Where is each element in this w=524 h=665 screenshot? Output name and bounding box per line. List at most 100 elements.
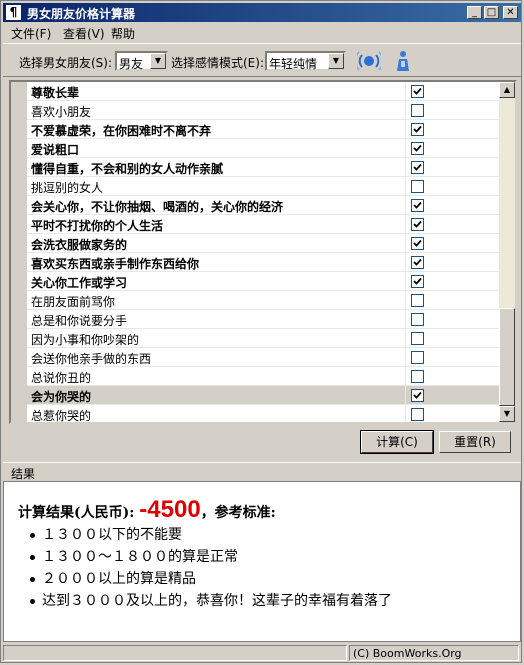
status-cell-copyright: (C) BoomWorks.Org <box>349 645 519 661</box>
list-item-label: 总说你丑的 <box>31 371 92 385</box>
result-header: 结果 <box>3 462 521 481</box>
column-divider <box>405 405 406 422</box>
checkbox[interactable] <box>411 123 424 136</box>
list-item-label: 会送你他亲手做的东西 <box>31 352 152 366</box>
partner-type-select[interactable]: 男友 ▼ <box>115 51 168 71</box>
check-icon <box>413 144 422 152</box>
list-item[interactable]: 挑逗别的女人 <box>27 177 501 196</box>
list-item[interactable]: 总惹你哭的 <box>27 405 501 422</box>
checkbox[interactable] <box>411 370 424 383</box>
checkbox[interactable] <box>411 237 424 250</box>
checkbox[interactable] <box>411 85 424 98</box>
figure-icon[interactable] <box>391 49 415 73</box>
menu-view[interactable]: 查看(V) <box>63 25 105 42</box>
partner-type-label: 选择男女朋友(S): <box>19 56 113 70</box>
list-gutter <box>11 82 27 422</box>
checkbox[interactable] <box>411 408 424 421</box>
list-item[interactable]: 喜欢小朋友 <box>27 101 501 120</box>
standards-list: １３００以下的不能要 １３００～１８００的算是正常 ２０００以上的算是精品 达到… <box>28 524 392 612</box>
scroll-down-icon[interactable]: ▼ <box>499 406 515 422</box>
signal-icon[interactable] <box>357 49 381 73</box>
minimize-button[interactable]: _ <box>467 6 482 19</box>
checkbox[interactable] <box>411 161 424 174</box>
check-icon <box>413 220 422 228</box>
check-icon <box>413 201 422 209</box>
list-item-label: 懂得自重，不会和别的女人动作亲腻 <box>31 162 224 176</box>
column-divider <box>405 196 406 215</box>
list-item[interactable]: 懂得自重，不会和别的女人动作亲腻 <box>27 158 501 177</box>
checkbox[interactable] <box>411 389 424 402</box>
list-item[interactable]: 尊敬长辈 <box>27 82 501 101</box>
column-divider <box>405 234 406 253</box>
list-item[interactable]: 因为小事和你吵架的 <box>27 329 501 348</box>
mode-select[interactable]: 年轻纯情 ▼ <box>265 51 346 71</box>
bullet-icon <box>30 533 35 538</box>
menu-help[interactable]: 帮助 <box>111 25 135 42</box>
column-divider <box>405 101 406 120</box>
list-item[interactable]: 平时不打扰你的个人生活 <box>27 215 501 234</box>
list-item: ２０００以上的算是精品 <box>28 568 392 590</box>
result-prefix: 计算结果(人民币): <box>18 505 135 521</box>
menu-file[interactable]: 文件(F) <box>11 25 51 42</box>
check-icon <box>413 258 422 266</box>
criteria-list[interactable]: 尊敬长辈 喜欢小朋友 不爱慕虚荣，在你困难时不离不弃 爱说粗口懂得自重，不会和别的女人… <box>9 80 517 424</box>
list-item[interactable]: 不爱慕虚荣，在你困难时不离不弃 <box>27 120 501 139</box>
copyright-text: (C) BoomWorks.Org <box>353 647 462 660</box>
column-divider <box>405 272 406 291</box>
list-item-label: 喜欢买东西或亲手制作东西给你 <box>31 257 200 271</box>
column-divider <box>405 310 406 329</box>
reset-button[interactable]: 重置(R) <box>439 431 511 453</box>
list-item[interactable]: 总说你丑的 <box>27 367 501 386</box>
list-item-label: 会洗衣服做家务的 <box>31 238 128 252</box>
column-divider <box>405 367 406 386</box>
column-divider <box>405 82 406 101</box>
checkbox[interactable] <box>411 275 424 288</box>
list-item-label: 在朋友面前骂你 <box>31 295 116 309</box>
checkbox[interactable] <box>411 180 424 193</box>
chevron-down-icon[interactable]: ▼ <box>328 53 344 69</box>
checkbox[interactable] <box>411 218 424 231</box>
list-item[interactable]: 关心你工作或学习 <box>27 272 501 291</box>
list-item[interactable]: 会关心你，不让你抽烟、喝酒的，关心你的经济 <box>27 196 501 215</box>
app-icon[interactable]: ¶ <box>6 5 21 20</box>
scroll-up-icon[interactable]: ▲ <box>499 82 515 98</box>
list-item[interactable]: 爱说粗口 <box>27 139 501 158</box>
result-panel: 计算结果(人民币): -4500，参考标准: １３００以下的不能要 １３００～１… <box>3 481 521 642</box>
list-item-label: 挑逗别的女人 <box>31 181 104 195</box>
checkbox[interactable] <box>411 199 424 212</box>
vertical-scrollbar[interactable]: ▲ ▼ <box>499 82 515 422</box>
list-item-label: 会为你哭的 <box>31 390 92 404</box>
mode-label: 选择感情模式(E): <box>171 56 264 70</box>
checkbox[interactable] <box>411 351 424 364</box>
checkbox[interactable] <box>411 104 424 117</box>
checkbox[interactable] <box>411 313 424 326</box>
scroll-thumb[interactable] <box>499 308 515 406</box>
list-item[interactable]: 会洗衣服做家务的 <box>27 234 501 253</box>
list-item-label: 总是和你说要分手 <box>31 314 128 328</box>
check-icon <box>413 87 422 95</box>
list-item: 达到３０００及以上的，恭喜你！这辈子的幸福有着落了 <box>28 590 392 612</box>
check-icon <box>413 239 422 247</box>
checkbox[interactable] <box>411 256 424 269</box>
list-item[interactable]: 总是和你说要分手 <box>27 310 501 329</box>
close-button[interactable]: ✕ <box>503 6 518 19</box>
checkbox[interactable] <box>411 294 424 307</box>
list-item[interactable]: 会为你哭的 <box>27 386 501 405</box>
list-item[interactable]: 在朋友面前骂你 <box>27 291 501 310</box>
bullet-icon <box>30 577 35 582</box>
chevron-down-icon[interactable]: ▼ <box>150 53 166 69</box>
bullet-icon <box>30 555 35 560</box>
list-item[interactable]: 喜欢买东西或亲手制作东西给你 <box>27 253 501 272</box>
status-cell-main <box>3 645 347 661</box>
title-bar[interactable]: ¶ 男女朋友价格计算器 _ □ ✕ <box>3 3 521 22</box>
list-item[interactable]: 会送你他亲手做的东西 <box>27 348 501 367</box>
column-divider <box>405 386 406 405</box>
checkbox[interactable] <box>411 142 424 155</box>
maximize-button[interactable]: □ <box>484 6 499 19</box>
calculate-button[interactable]: 计算(C) <box>360 430 434 454</box>
column-divider <box>405 120 406 139</box>
column-divider <box>405 215 406 234</box>
toolbar: 选择男女朋友(S): 男友 ▼ 选择感情模式(E): 年轻纯情 ▼ <box>3 43 521 77</box>
list-item-label: 尊敬长辈 <box>31 86 80 100</box>
checkbox[interactable] <box>411 332 424 345</box>
